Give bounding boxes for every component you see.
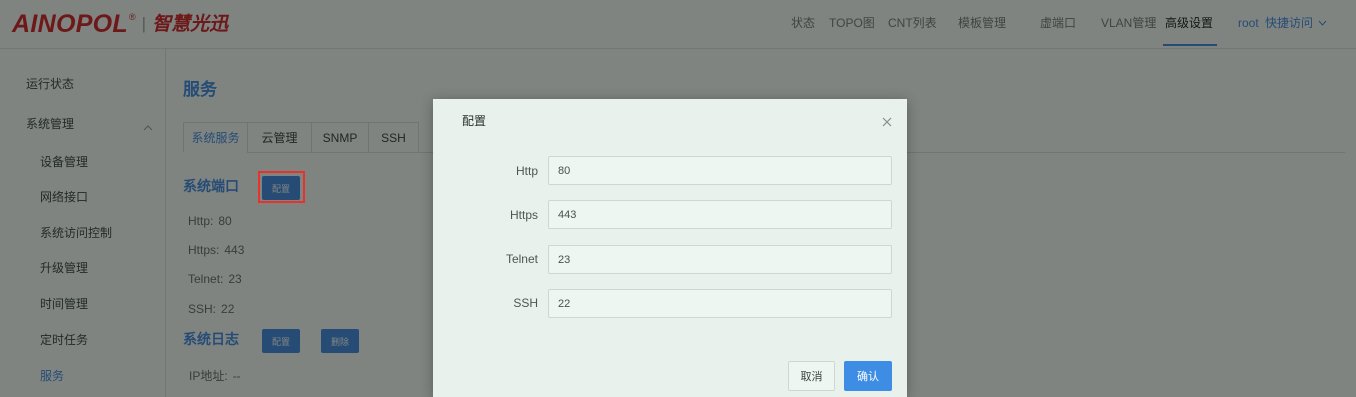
cancel-button[interactable]: 取消	[788, 361, 835, 391]
telnet-label: Telnet	[505, 252, 538, 266]
ssh-label: SSH	[513, 296, 538, 310]
config-dialog: 配置 Http Https Telnet SSH 取消 确认	[433, 99, 907, 397]
ssh-port-field[interactable]	[548, 289, 892, 318]
dialog-title: 配置	[462, 114, 487, 128]
close-icon[interactable]	[882, 114, 892, 127]
highlight-box	[258, 171, 305, 203]
http-port-field[interactable]	[548, 156, 892, 185]
https-port-field[interactable]	[548, 200, 892, 229]
http-label: Http	[515, 164, 538, 178]
confirm-button[interactable]: 确认	[844, 361, 892, 391]
telnet-port-field[interactable]	[548, 245, 892, 274]
https-label: Https	[509, 208, 538, 222]
